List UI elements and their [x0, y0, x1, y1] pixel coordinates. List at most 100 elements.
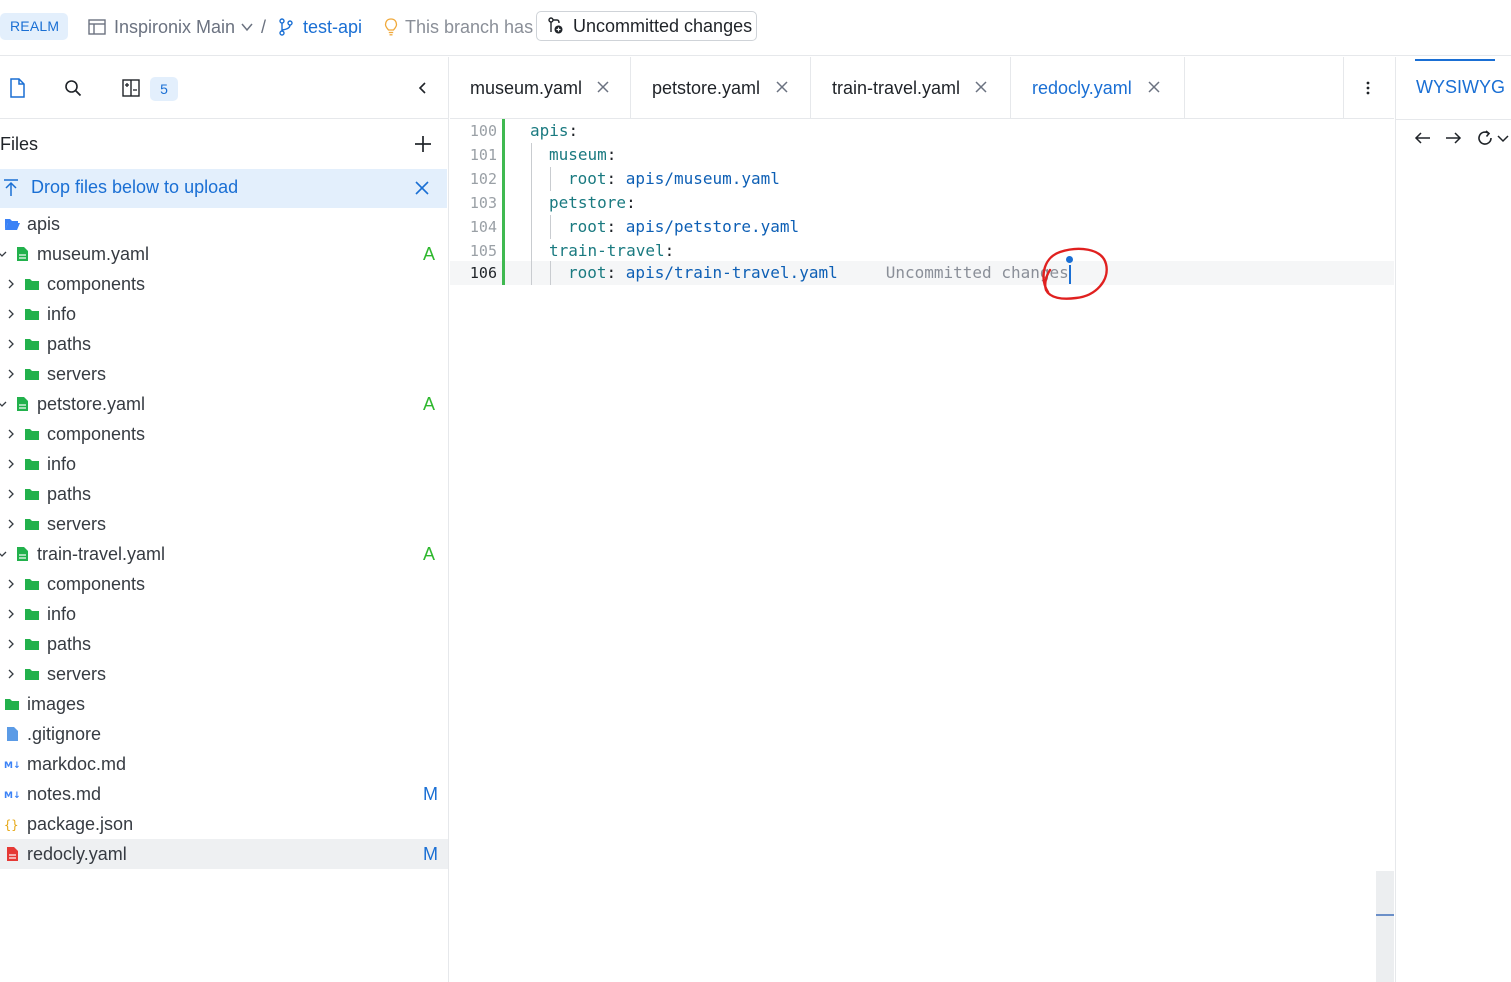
tree-item[interactable]: petstore.yaml A	[0, 389, 448, 419]
collapse-sidebar-icon[interactable]	[412, 77, 434, 99]
code-line: 101 museum:	[450, 143, 1394, 167]
close-icon[interactable]	[413, 179, 431, 197]
close-icon[interactable]	[775, 80, 789, 94]
tree-item[interactable]: components	[0, 419, 448, 449]
yaml-key: root	[568, 263, 607, 282]
chevron-right-icon[interactable]	[6, 668, 16, 680]
chevron-right-icon[interactable]	[6, 488, 16, 500]
branch-selector[interactable]: test-api	[278, 14, 362, 40]
code-editor[interactable]: 100 apis: 101 museum: 102 root: apis/mus…	[450, 119, 1394, 982]
close-icon[interactable]	[974, 80, 988, 94]
project-selector[interactable]: Inspironix Main	[88, 14, 254, 40]
tab-train-travel-yaml[interactable]: train-travel.yaml	[832, 57, 987, 119]
tree-item[interactable]: servers	[0, 509, 448, 539]
divider	[1396, 119, 1511, 120]
chevron-right-icon[interactable]	[6, 308, 16, 320]
tree-item[interactable]: info	[0, 599, 448, 629]
chevron-right-icon[interactable]	[6, 518, 16, 530]
tab-wysiwyg[interactable]: WYSIWYG	[1416, 77, 1505, 98]
yaml-value: apis/museum.yaml	[625, 169, 780, 188]
git-status-badge: A	[423, 244, 436, 264]
arrow-left-icon[interactable]	[1414, 129, 1432, 147]
tree-item[interactable]: M↓ markdoc.md	[0, 749, 448, 779]
tree-item[interactable]: images	[0, 689, 448, 719]
tree-item[interactable]: components	[0, 569, 448, 599]
tree-item[interactable]: redocly.yaml M	[0, 839, 448, 869]
tree-item[interactable]: paths	[0, 479, 448, 509]
folder-icon	[25, 669, 39, 680]
line-number: 106	[469, 264, 497, 282]
chevron-down-icon[interactable]	[0, 548, 7, 560]
project-name: Inspironix Main	[114, 16, 236, 37]
tree-item-label: apis	[27, 214, 61, 234]
chevron-right-icon[interactable]	[6, 578, 16, 590]
folder-icon	[25, 609, 39, 620]
add-file-icon[interactable]	[412, 133, 434, 155]
code-line: 104 root: apis/petstore.yaml	[450, 215, 1394, 239]
changes-count-badge: 5	[150, 77, 178, 101]
json-icon: {}	[4, 818, 18, 832]
code-text: root: apis/museum.yaml	[568, 169, 780, 188]
tree-item[interactable]: paths	[0, 629, 448, 659]
branch-name: test-api	[303, 16, 363, 37]
tree-item-label: components	[47, 574, 146, 594]
git-status-badge: A	[423, 544, 436, 564]
chevron-right-icon[interactable]	[6, 458, 16, 470]
chevron-right-icon[interactable]	[6, 368, 16, 380]
tree-item[interactable]: museum.yaml A	[0, 239, 448, 269]
tab-petstore-yaml[interactable]: petstore.yaml	[652, 57, 788, 119]
chevron-down-icon[interactable]	[0, 248, 7, 260]
file-icon	[7, 727, 18, 741]
realm-badge[interactable]: REALM	[0, 13, 69, 40]
chevron-right-icon[interactable]	[6, 608, 16, 620]
close-icon[interactable]	[596, 80, 610, 94]
git-status-badge: M	[423, 844, 438, 864]
tree-item[interactable]: servers	[0, 659, 448, 689]
upload-dropzone[interactable]: Drop files below to upload	[0, 169, 447, 208]
close-icon[interactable]	[1147, 80, 1161, 94]
refresh-icon[interactable]	[1476, 129, 1494, 147]
line-number: 102	[469, 170, 497, 188]
chevron-down-icon[interactable]	[1496, 129, 1510, 147]
tree-item[interactable]: apis	[0, 209, 448, 239]
files-icon[interactable]	[6, 77, 28, 99]
file-tree: apis museum.yaml Acomponents info paths serve…	[0, 209, 448, 869]
tree-item[interactable]: info	[0, 299, 448, 329]
chevron-right-icon[interactable]	[6, 278, 16, 290]
upload-icon	[4, 179, 18, 196]
tab-label: redocly.yaml	[1032, 77, 1132, 98]
files-header: Files	[0, 119, 449, 171]
top-bar: REALM Inspironix Main / test-api This br…	[0, 0, 1511, 56]
more-options-icon[interactable]	[1362, 79, 1374, 97]
breadcrumb-separator: /	[261, 17, 267, 37]
tree-item[interactable]: paths	[0, 329, 448, 359]
tree-item-label: servers	[47, 514, 107, 534]
chevron-right-icon[interactable]	[6, 428, 16, 440]
yaml-key: root	[568, 169, 607, 188]
tree-item[interactable]: components	[0, 269, 448, 299]
tab-museum-yaml[interactable]: museum.yaml	[470, 57, 609, 119]
tree-item[interactable]: {} package.json	[0, 809, 448, 839]
editor-scrollbar[interactable]	[1376, 871, 1394, 982]
indent-guide	[550, 167, 551, 191]
source-control-diff-icon[interactable]	[120, 77, 142, 99]
tree-item[interactable]: .gitignore	[0, 719, 448, 749]
chevron-right-icon[interactable]	[6, 638, 16, 650]
tree-item[interactable]: servers	[0, 359, 448, 389]
yaml-key: root	[568, 217, 607, 236]
tree-item[interactable]: train-travel.yaml A	[0, 539, 448, 569]
red-annotation-circle	[1042, 247, 1108, 300]
arrow-right-icon[interactable]	[1444, 129, 1462, 147]
tree-item[interactable]: info	[0, 449, 448, 479]
tab-divider	[630, 57, 631, 119]
line-number: 104	[469, 218, 497, 236]
search-icon[interactable]	[62, 77, 84, 99]
chevron-down-icon	[241, 23, 253, 32]
tree-item-label: info	[47, 454, 77, 474]
chevron-down-icon[interactable]	[0, 398, 7, 410]
uncommitted-changes-button[interactable]: Uncommitted changes	[536, 11, 757, 41]
tree-item[interactable]: M↓ notes.md M	[0, 779, 448, 809]
chevron-right-icon[interactable]	[6, 338, 16, 350]
yaml-file-icon	[17, 247, 28, 261]
tab-redocly-yaml[interactable]: redocly.yaml	[1032, 57, 1160, 119]
